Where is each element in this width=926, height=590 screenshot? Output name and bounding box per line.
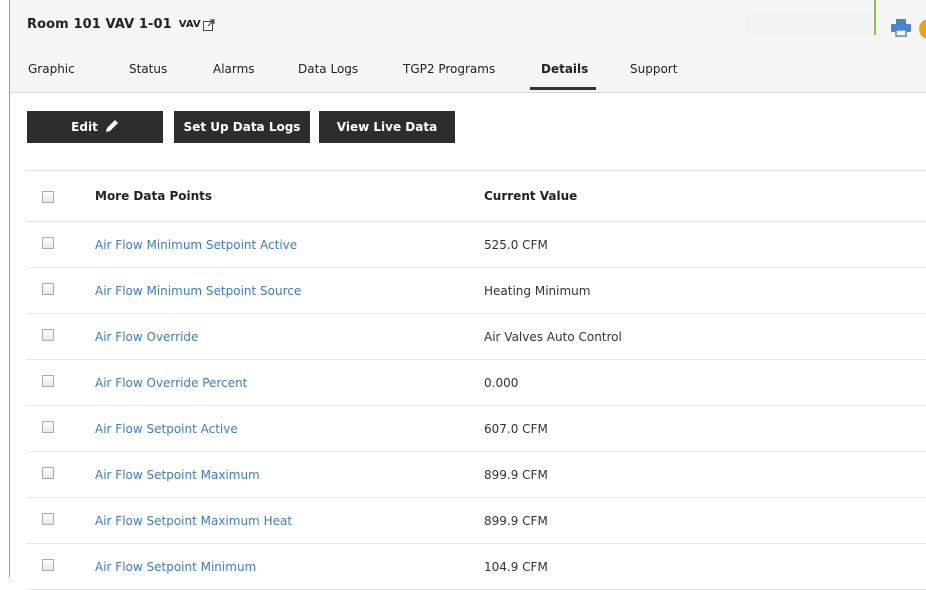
row-checkbox[interactable] — [42, 283, 54, 295]
header-data-points: More Data Points — [95, 189, 213, 203]
data-points-table: More Data Points Current Value Air Flow … — [26, 170, 926, 590]
current-value: 0.000 — [484, 376, 519, 390]
current-value: Heating Minimum — [484, 284, 591, 298]
row-checkbox[interactable] — [42, 375, 54, 387]
data-point-link[interactable]: Air Flow Setpoint Maximum Heat — [95, 514, 292, 528]
table-row: Air Flow Setpoint Minimum 104.9 CFM — [26, 544, 926, 590]
row-checkbox[interactable] — [42, 237, 54, 249]
data-point-link[interactable]: Air Flow Override Percent — [95, 376, 247, 390]
view-live-data-button[interactable]: View Live Data — [319, 111, 455, 143]
data-point-link[interactable]: Air Flow Minimum Setpoint Source — [95, 284, 301, 298]
row-checkbox[interactable] — [42, 559, 54, 571]
current-value: 607.0 CFM — [484, 422, 548, 436]
pencil-icon — [105, 119, 119, 136]
print-icon[interactable] — [891, 19, 911, 40]
data-point-link[interactable]: Air Flow Override — [95, 330, 198, 344]
table-row: Air Flow Override Percent 0.000 — [26, 360, 926, 406]
tab-graphic[interactable]: Graphic — [28, 62, 75, 76]
active-tab-indicator — [530, 87, 596, 90]
header-blank-area — [746, 13, 872, 37]
row-checkbox[interactable] — [42, 329, 54, 341]
table-header: More Data Points Current Value — [26, 170, 926, 222]
current-value: 899.9 CFM — [484, 468, 548, 482]
tab-tgp2-programs[interactable]: TGP2 Programs — [403, 62, 495, 76]
set-up-data-logs-button[interactable]: Set Up Data Logs — [174, 111, 310, 143]
table-row: Air Flow Setpoint Maximum 899.9 CFM — [26, 452, 926, 498]
tab-data-logs[interactable]: Data Logs — [298, 62, 358, 76]
tab-alarms[interactable]: Alarms — [213, 62, 255, 76]
table-row: Air Flow Minimum Setpoint Source Heating… — [26, 268, 926, 314]
current-value: 525.0 CFM — [484, 238, 548, 252]
tab-details[interactable]: Details — [541, 62, 588, 76]
data-point-link[interactable]: Air Flow Setpoint Active — [95, 422, 238, 436]
edit-button[interactable]: Edit — [27, 111, 163, 143]
table-row: Air Flow Setpoint Active 607.0 CFM — [26, 406, 926, 452]
table-row: Air Flow Override Air Valves Auto Contro… — [26, 314, 926, 360]
row-checkbox[interactable] — [42, 467, 54, 479]
data-point-link[interactable]: Air Flow Minimum Setpoint Active — [95, 238, 297, 252]
accent-divider — [874, 0, 876, 35]
current-value: Air Valves Auto Control — [484, 330, 622, 344]
edit-button-label: Edit — [71, 120, 98, 134]
help-icon[interactable]: ? — [919, 19, 926, 39]
data-point-link[interactable]: Air Flow Setpoint Maximum — [95, 468, 260, 482]
select-all-checkbox[interactable] — [42, 191, 54, 203]
data-point-link[interactable]: Air Flow Setpoint Minimum — [95, 560, 256, 574]
tab-status[interactable]: Status — [129, 62, 167, 76]
row-checkbox[interactable] — [42, 421, 54, 433]
tab-bar: Graphic Status Alarms Data Logs TGP2 Pro… — [10, 0, 710, 92]
row-checkbox[interactable] — [42, 513, 54, 525]
table-row: Air Flow Setpoint Maximum Heat 899.9 CFM — [26, 498, 926, 544]
tab-support[interactable]: Support — [630, 62, 677, 76]
table-row: Air Flow Minimum Setpoint Active 525.0 C… — [26, 222, 926, 268]
header-current-value: Current Value — [484, 189, 578, 203]
current-value: 104.9 CFM — [484, 560, 548, 574]
current-value: 899.9 CFM — [484, 514, 548, 528]
